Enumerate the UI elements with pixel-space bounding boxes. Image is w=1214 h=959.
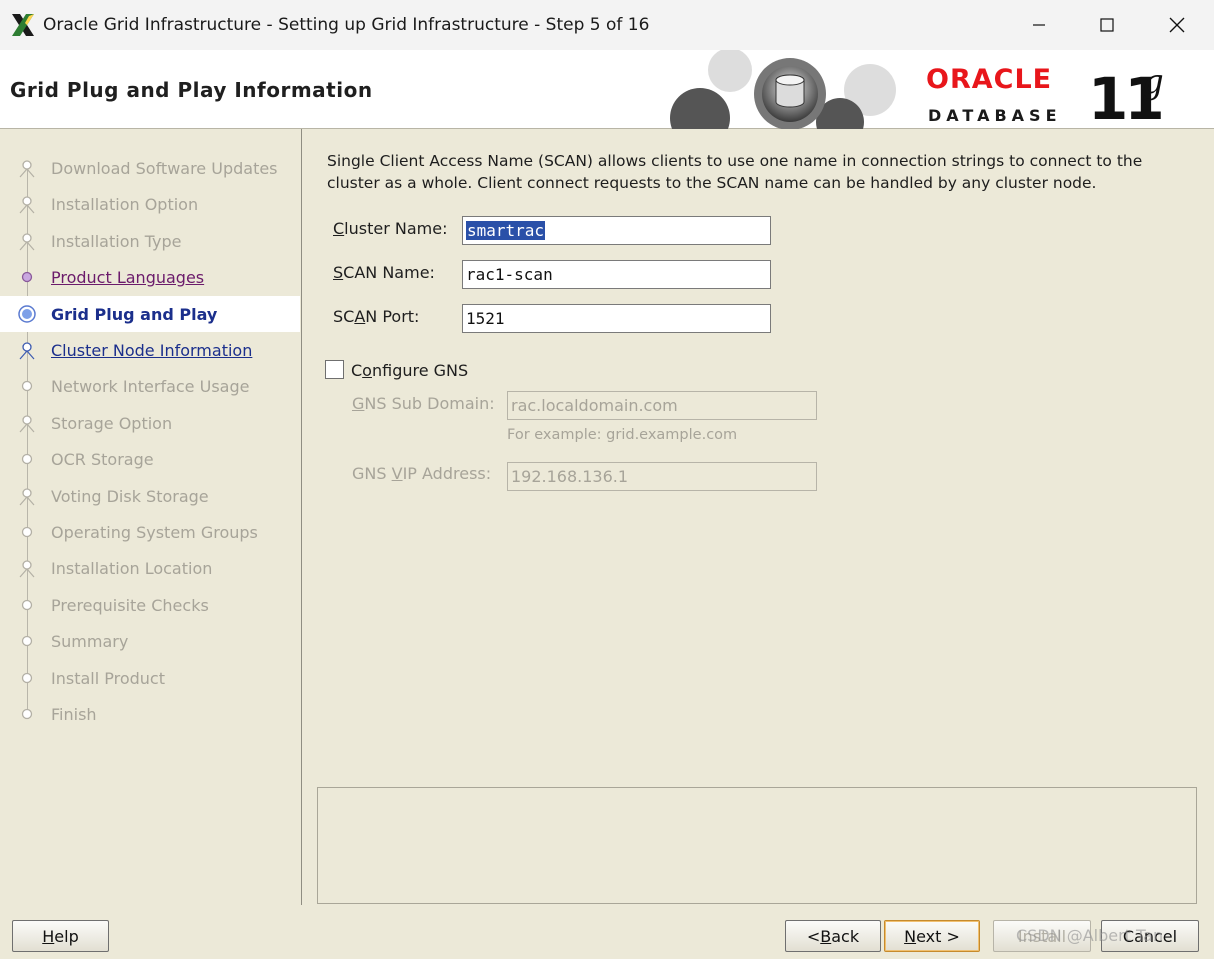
step-label: Installation Type (51, 231, 182, 251)
step-dot-icon (17, 376, 37, 396)
step-item: Install Product (0, 660, 300, 696)
step-item: Network Interface Usage (0, 368, 300, 404)
step-label: Install Product (51, 668, 165, 688)
step-dot-icon (17, 704, 37, 724)
step-label: Grid Plug and Play (51, 304, 218, 324)
next-button[interactable]: Next > (884, 920, 980, 952)
cluster-name-value: smartrac (466, 221, 546, 240)
configure-gns-checkbox[interactable] (325, 360, 344, 379)
step-branch-icon (17, 231, 37, 251)
step-dot-icon (17, 267, 37, 287)
close-button[interactable] (1142, 0, 1212, 50)
main-content: Single Client Access Name (SCAN) allows … (303, 129, 1214, 905)
cluster-name-label: Cluster Name: (333, 219, 448, 238)
scan-port-input[interactable]: 1521 (462, 304, 771, 333)
close-icon (1169, 17, 1185, 33)
step-label: Operating System Groups (51, 523, 258, 542)
step-item: Voting Disk Storage (0, 478, 300, 514)
gns-sub-domain-label: GNS Sub Domain: (352, 394, 495, 413)
step-label: Voting Disk Storage (51, 486, 209, 506)
step-item: Installation Location (0, 550, 300, 586)
step-label: Cluster Node Information (51, 341, 253, 360)
help-button[interactable]: Help (12, 920, 109, 952)
step-current-dot-icon (17, 304, 37, 324)
watermark: CSDN @Albert Tan (1016, 926, 1164, 945)
step-branch-icon (17, 486, 37, 506)
gns-sub-domain-input[interactable]: rac.localdomain.com (507, 391, 817, 420)
step-branch-icon (17, 413, 37, 433)
maximize-icon (1100, 18, 1114, 32)
maximize-button[interactable] (1072, 0, 1142, 50)
step-label: Installation Option (51, 195, 199, 215)
step-item: Finish (0, 696, 300, 732)
step-label: Summary (51, 632, 129, 652)
step-dot-icon (17, 631, 37, 651)
scan-port-label: SCAN Port: (333, 307, 420, 326)
minimize-icon (1033, 24, 1045, 26)
oracle-x-app-icon (12, 14, 34, 36)
page-title: Grid Plug and Play Information (10, 78, 373, 102)
scan-description: Single Client Access Name (SCAN) allows … (327, 152, 1143, 192)
gears-graphic-icon (670, 50, 896, 129)
gns-vip-label: GNS VIP Address: (352, 464, 492, 483)
step-dot-icon (17, 668, 37, 688)
cluster-name-input[interactable]: smartrac (462, 216, 771, 245)
step-branch-icon (17, 158, 37, 178)
step-label: Installation Location (51, 559, 213, 579)
step-item: Installation Type (0, 223, 300, 259)
step-item: Prerequisite Checks (0, 587, 300, 623)
gns-vip-input[interactable]: 192.168.136.1 (507, 462, 817, 491)
gns-example-hint: For example: grid.example.com (507, 427, 738, 443)
step-item: Installation Option (0, 186, 300, 222)
step-branch-icon (17, 194, 37, 214)
step-label: OCR Storage (51, 450, 154, 470)
step-item[interactable]: Product Languages (0, 259, 300, 295)
header-banner: Grid Plug and Play Information ORACLE DA (0, 50, 1214, 129)
scan-name-label: SCAN Name: (333, 263, 435, 282)
oracle-logo-word: ORACLE (926, 64, 1053, 95)
step-dot-icon (17, 595, 37, 615)
version-letter: g (1142, 62, 1164, 102)
oracle-logo-database: DATABASE (928, 106, 1062, 125)
step-branch-icon (17, 558, 37, 578)
step-item: Summary (0, 623, 300, 659)
step-label: Network Interface Usage (51, 377, 250, 397)
step-dot-icon (17, 449, 37, 469)
step-item: Operating System Groups (0, 514, 300, 550)
step-navigation-panel: Download Software Updates Installation Op… (0, 129, 302, 905)
step-label: Finish (51, 705, 97, 724)
back-button[interactable]: < Back (785, 920, 881, 952)
message-area (317, 787, 1197, 904)
step-item: OCR Storage (0, 441, 300, 477)
step-label: Storage Option (51, 413, 173, 433)
window-title: Oracle Grid Infrastructure - Setting up … (43, 15, 650, 35)
configure-gns-label[interactable]: Configure GNS (351, 361, 468, 380)
step-dot-icon (17, 522, 37, 542)
step-label: Product Languages (51, 268, 205, 288)
step-label: Download Software Updates (51, 159, 278, 178)
window-titlebar: Oracle Grid Infrastructure - Setting up … (0, 0, 1214, 50)
oracle-logo: ORACLE DATABASE (926, 64, 1086, 125)
step-item[interactable]: Grid Plug and Play (0, 295, 300, 332)
step-item: Storage Option (0, 405, 300, 441)
minimize-button[interactable] (1004, 0, 1074, 50)
step-branch-icon (17, 340, 37, 360)
scan-name-input[interactable]: rac1-scan (462, 260, 771, 289)
step-label: Prerequisite Checks (51, 595, 209, 615)
step-item[interactable]: Cluster Node Information (0, 332, 300, 368)
step-item: Download Software Updates (0, 150, 300, 186)
